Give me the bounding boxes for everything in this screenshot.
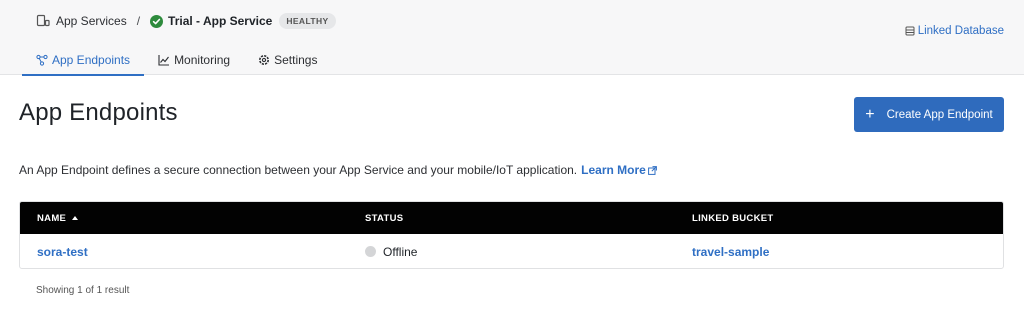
column-header-label: LINKED BUCKET (692, 212, 774, 224)
tab-label: Settings (274, 52, 318, 67)
status-label: Offline (383, 244, 418, 259)
learn-more-link[interactable]: Learn More (581, 163, 657, 177)
database-icon (905, 26, 915, 36)
tab-bar: App Endpoints Monitoring Settings (22, 44, 331, 76)
health-status-badge: HEALTHY (279, 13, 336, 29)
plus-icon: + (865, 105, 875, 123)
chart-icon (158, 54, 170, 66)
table-row: sora-test Offline travel-sample (20, 234, 1003, 268)
tab-settings[interactable]: Settings (244, 44, 331, 75)
column-header-status[interactable]: STATUS (365, 202, 403, 234)
create-button-label: Create App Endpoint (886, 108, 993, 121)
top-header: App Services / Trial - App Service HEALT… (0, 0, 1024, 76)
column-header-name[interactable]: NAME (37, 202, 79, 234)
column-header-label: STATUS (365, 212, 404, 224)
description-text: An App Endpoint defines a secure connect… (19, 163, 578, 177)
breadcrumb-app-services-link[interactable]: App Services (56, 14, 127, 28)
status-cell: Offline (365, 234, 418, 268)
page-title: App Endpoints (19, 99, 178, 126)
column-header-label: NAME (37, 212, 67, 224)
gear-icon (258, 54, 270, 66)
description: An App Endpoint defines a secure connect… (19, 163, 657, 177)
tab-label: Monitoring (174, 52, 231, 67)
external-link-icon (647, 165, 657, 175)
tab-label: App Endpoints (52, 52, 131, 67)
endpoints-table: NAME STATUS LINKED BUCKET sora-test Offl… (19, 201, 1004, 269)
table-header: NAME STATUS LINKED BUCKET (20, 202, 1003, 234)
endpoint-name-link[interactable]: sora-test (37, 245, 88, 259)
pagination-summary: Showing 1 of 1 result (36, 285, 130, 296)
tab-monitoring[interactable]: Monitoring (144, 44, 244, 75)
healthy-check-icon (150, 14, 164, 28)
tab-app-endpoints[interactable]: App Endpoints (22, 44, 145, 76)
learn-more-label: Learn More (581, 163, 646, 177)
endpoints-icon (36, 54, 48, 66)
linked-bucket-link[interactable]: travel-sample (692, 245, 769, 259)
linked-database-label: Linked Database (917, 25, 1004, 37)
create-app-endpoint-button[interactable]: + Create App Endpoint (854, 97, 1004, 132)
column-header-linked-bucket[interactable]: LINKED BUCKET (692, 202, 773, 234)
breadcrumb: App Services / Trial - App Service HEALT… (36, 12, 336, 30)
breadcrumb-separator: / (136, 14, 141, 28)
service-name: Trial - App Service (168, 14, 273, 28)
linked-database-link[interactable]: Linked Database (905, 25, 1004, 37)
sort-ascending-icon (71, 214, 79, 222)
offline-status-icon (365, 246, 376, 257)
app-services-icon (36, 14, 50, 28)
